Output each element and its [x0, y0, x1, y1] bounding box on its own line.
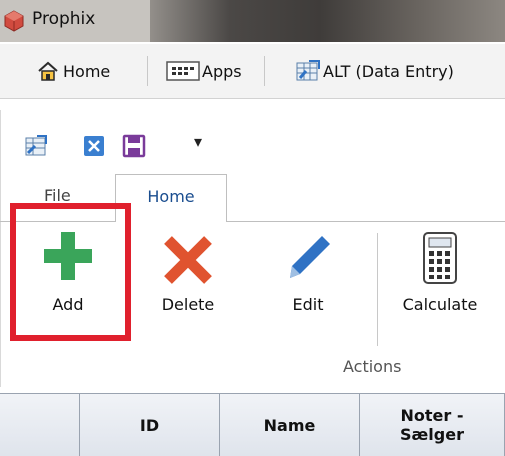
column-header-label: Name	[263, 415, 316, 435]
calculate-button-label: Calculate	[402, 295, 478, 314]
nav-apps[interactable]: Apps	[166, 58, 242, 84]
x-icon	[164, 236, 212, 284]
home-icon	[38, 61, 58, 81]
column-header-select[interactable]	[0, 394, 80, 456]
nav-home[interactable]: Home	[36, 58, 110, 84]
edit-button-label: Edit	[292, 295, 324, 314]
apps-icon	[166, 61, 200, 81]
close-icon[interactable]	[82, 134, 106, 158]
column-header-id[interactable]: ID	[80, 394, 220, 456]
ribbon-group-divider	[377, 233, 378, 346]
column-header-label: ID	[139, 415, 160, 435]
delete-button-label: Delete	[161, 295, 215, 314]
nav-home-label: Home	[63, 61, 111, 81]
data-entry-icon[interactable]	[24, 134, 48, 158]
table-header: ID Name Noter - Sælger	[0, 393, 505, 456]
prophix-logo-icon	[4, 10, 24, 32]
column-header-label: Noter - Sælger	[400, 406, 464, 444]
window-title: Prophix	[32, 9, 96, 29]
tab-home[interactable]: Home	[115, 174, 227, 222]
tab-home-label: Home	[147, 187, 195, 206]
nav-divider	[147, 56, 148, 86]
nav-alt-data-entry[interactable]: ALT (Data Entry)	[295, 58, 454, 84]
delete-button[interactable]: Delete	[140, 228, 236, 348]
column-header-name[interactable]: Name	[220, 394, 360, 456]
calculator-icon	[423, 232, 457, 284]
data-entry-icon	[296, 60, 320, 81]
actions-group-label: Actions	[343, 357, 402, 376]
column-header-noter-saelger[interactable]: Noter - Sælger	[360, 394, 505, 456]
edit-button[interactable]: Edit	[260, 228, 356, 348]
quick-access-dropdown[interactable]: ▾	[194, 132, 202, 151]
nav-divider	[264, 56, 265, 86]
highlight-box	[10, 203, 131, 341]
tab-underline	[226, 221, 505, 222]
title-bar: Prophix	[0, 0, 505, 42]
nav-apps-label: Apps	[202, 61, 242, 81]
save-icon[interactable]	[122, 134, 146, 158]
nav-bar: Home Apps ALT (Data Entry)	[0, 44, 505, 99]
pencil-icon	[290, 236, 330, 278]
calculate-button[interactable]: Calculate	[388, 228, 492, 348]
nav-alt-label: ALT (Data Entry)	[323, 61, 454, 81]
